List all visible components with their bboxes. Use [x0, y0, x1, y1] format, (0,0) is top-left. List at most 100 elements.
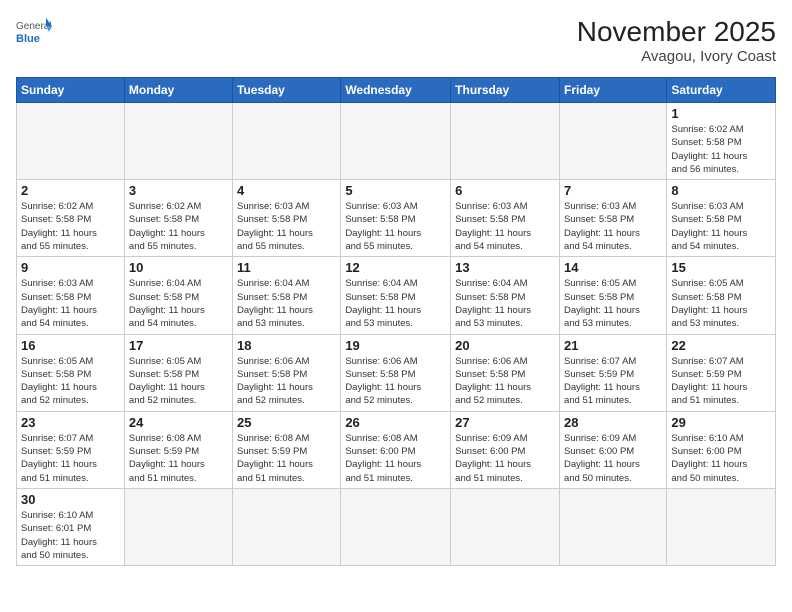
day-number: 28	[564, 415, 662, 430]
calendar-day-cell	[451, 103, 560, 180]
calendar-day-cell: 4 Sunrise: 6:03 AM Sunset: 5:58 PM Daylig…	[233, 180, 341, 257]
calendar-day-cell: 2 Sunrise: 6:02 AM Sunset: 5:58 PM Daylig…	[17, 180, 125, 257]
day-number: 29	[671, 415, 771, 430]
calendar-day-cell	[341, 103, 451, 180]
calendar-day-cell: 15Sunrise: 6:05 AM Sunset: 5:58 PM Dayli…	[667, 257, 776, 334]
calendar-day-cell	[124, 488, 232, 565]
calendar-day-cell: 18 Sunrise: 6:06 AM Sunset: 5:58 PM Dayli…	[233, 334, 341, 411]
calendar-day-cell: 19Sunrise: 6:06 AM Sunset: 5:58 PM Dayli…	[341, 334, 451, 411]
day-number: 17	[129, 338, 228, 353]
calendar-day-cell: 3Sunrise: 6:02 AM Sunset: 5:58 PM Daylig…	[124, 180, 232, 257]
location-title: Avagou, Ivory Coast	[577, 48, 776, 65]
page-header: General Blue November 2025 Avagou, Ivory…	[16, 16, 776, 65]
day-number: 13	[455, 260, 555, 275]
day-info: Sunrise: 6:07 AM Sunset: 5:59 PM Dayligh…	[21, 432, 120, 485]
day-info: Sunrise: 6:04 AM Sunset: 5:58 PM Dayligh…	[237, 277, 336, 330]
calendar-day-cell: 20 Sunrise: 6:06 AM Sunset: 5:58 PM Dayli…	[451, 334, 560, 411]
calendar-day-cell: 27Sunrise: 6:09 AM Sunset: 6:00 PM Dayli…	[451, 411, 560, 488]
day-number: 16	[21, 338, 120, 353]
calendar-day-cell: 28 Sunrise: 6:09 AM Sunset: 6:00 PM Dayli…	[559, 411, 666, 488]
calendar-week-row: 16Sunrise: 6:05 AM Sunset: 5:58 PM Dayli…	[17, 334, 776, 411]
day-info: Sunrise: 6:04 AM Sunset: 5:58 PM Dayligh…	[129, 277, 228, 330]
day-info: Sunrise: 6:07 AM Sunset: 5:59 PM Dayligh…	[564, 355, 662, 408]
calendar-day-cell: 17Sunrise: 6:05 AM Sunset: 5:58 PM Dayli…	[124, 334, 232, 411]
calendar-week-row: 30Sunrise: 6:10 AM Sunset: 6:01 PM Dayli…	[17, 488, 776, 565]
day-number: 10	[129, 260, 228, 275]
day-info: Sunrise: 6:02 AM Sunset: 5:58 PM Dayligh…	[671, 123, 771, 176]
day-info: Sunrise: 6:08 AM Sunset: 5:59 PM Dayligh…	[237, 432, 336, 485]
day-number: 18	[237, 338, 336, 353]
day-number: 6	[455, 183, 555, 198]
calendar-day-cell: 8Sunrise: 6:03 AM Sunset: 5:58 PM Daylig…	[667, 180, 776, 257]
column-header-monday: Monday	[124, 78, 232, 103]
calendar-week-row: 9Sunrise: 6:03 AM Sunset: 5:58 PM Daylig…	[17, 257, 776, 334]
calendar-day-cell	[667, 488, 776, 565]
day-number: 1	[671, 106, 771, 121]
calendar-day-cell: 14 Sunrise: 6:05 AM Sunset: 5:58 PM Dayli…	[559, 257, 666, 334]
column-header-tuesday: Tuesday	[233, 78, 341, 103]
calendar-day-cell: 11 Sunrise: 6:04 AM Sunset: 5:58 PM Dayli…	[233, 257, 341, 334]
column-header-friday: Friday	[559, 78, 666, 103]
calendar-day-cell: 26 Sunrise: 6:08 AM Sunset: 6:00 PM Dayli…	[341, 411, 451, 488]
day-number: 26	[345, 415, 446, 430]
column-header-thursday: Thursday	[451, 78, 560, 103]
day-info: Sunrise: 6:10 AM Sunset: 6:00 PM Dayligh…	[671, 432, 771, 485]
day-number: 14	[564, 260, 662, 275]
calendar-day-cell: 24Sunrise: 6:08 AM Sunset: 5:59 PM Dayli…	[124, 411, 232, 488]
day-info: Sunrise: 6:03 AM Sunset: 5:58 PM Dayligh…	[671, 200, 771, 253]
day-number: 25	[237, 415, 336, 430]
calendar-day-cell: 5Sunrise: 6:03 AM Sunset: 5:58 PM Daylig…	[341, 180, 451, 257]
day-number: 2	[21, 183, 120, 198]
day-number: 22	[671, 338, 771, 353]
calendar-day-cell: 25 Sunrise: 6:08 AM Sunset: 5:59 PM Dayli…	[233, 411, 341, 488]
day-info: Sunrise: 6:04 AM Sunset: 5:58 PM Dayligh…	[345, 277, 446, 330]
calendar-day-cell: 12 Sunrise: 6:04 AM Sunset: 5:58 PM Dayli…	[341, 257, 451, 334]
day-info: Sunrise: 6:08 AM Sunset: 6:00 PM Dayligh…	[345, 432, 446, 485]
day-info: Sunrise: 6:10 AM Sunset: 6:01 PM Dayligh…	[21, 509, 120, 562]
day-info: Sunrise: 6:02 AM Sunset: 5:58 PM Dayligh…	[21, 200, 120, 253]
calendar-day-cell: 10 Sunrise: 6:04 AM Sunset: 5:58 PM Dayli…	[124, 257, 232, 334]
title-block: November 2025 Avagou, Ivory Coast	[577, 16, 776, 65]
calendar-day-cell: 29 Sunrise: 6:10 AM Sunset: 6:00 PM Dayli…	[667, 411, 776, 488]
day-info: Sunrise: 6:04 AM Sunset: 5:58 PM Dayligh…	[455, 277, 555, 330]
svg-text:Blue: Blue	[16, 33, 40, 45]
day-info: Sunrise: 6:03 AM Sunset: 5:58 PM Dayligh…	[564, 200, 662, 253]
calendar-header-row: SundayMondayTuesdayWednesdayThursdayFrid…	[17, 78, 776, 103]
day-info: Sunrise: 6:03 AM Sunset: 5:58 PM Dayligh…	[455, 200, 555, 253]
day-info: Sunrise: 6:06 AM Sunset: 5:58 PM Dayligh…	[237, 355, 336, 408]
column-header-saturday: Saturday	[667, 78, 776, 103]
calendar-day-cell: 6 Sunrise: 6:03 AM Sunset: 5:58 PM Daylig…	[451, 180, 560, 257]
column-header-wednesday: Wednesday	[341, 78, 451, 103]
calendar-week-row: 23Sunrise: 6:07 AM Sunset: 5:59 PM Dayli…	[17, 411, 776, 488]
calendar-week-row: 1 Sunrise: 6:02 AM Sunset: 5:58 PM Daylig…	[17, 103, 776, 180]
day-number: 5	[345, 183, 446, 198]
day-number: 12	[345, 260, 446, 275]
calendar-day-cell	[233, 488, 341, 565]
day-info: Sunrise: 6:02 AM Sunset: 5:58 PM Dayligh…	[129, 200, 228, 253]
calendar-day-cell	[559, 103, 666, 180]
day-number: 7	[564, 183, 662, 198]
calendar-day-cell: 21Sunrise: 6:07 AM Sunset: 5:59 PM Dayli…	[559, 334, 666, 411]
calendar-table: SundayMondayTuesdayWednesdayThursdayFrid…	[16, 77, 776, 566]
day-number: 15	[671, 260, 771, 275]
column-header-sunday: Sunday	[17, 78, 125, 103]
calendar-day-cell: 13 Sunrise: 6:04 AM Sunset: 5:58 PM Dayli…	[451, 257, 560, 334]
day-info: Sunrise: 6:06 AM Sunset: 5:58 PM Dayligh…	[455, 355, 555, 408]
day-number: 20	[455, 338, 555, 353]
calendar-day-cell: 30Sunrise: 6:10 AM Sunset: 6:01 PM Dayli…	[17, 488, 125, 565]
day-info: Sunrise: 6:07 AM Sunset: 5:59 PM Dayligh…	[671, 355, 771, 408]
calendar-day-cell: 16Sunrise: 6:05 AM Sunset: 5:58 PM Dayli…	[17, 334, 125, 411]
day-number: 11	[237, 260, 336, 275]
calendar-day-cell: 9Sunrise: 6:03 AM Sunset: 5:58 PM Daylig…	[17, 257, 125, 334]
day-info: Sunrise: 6:03 AM Sunset: 5:58 PM Dayligh…	[237, 200, 336, 253]
day-number: 24	[129, 415, 228, 430]
day-info: Sunrise: 6:09 AM Sunset: 6:00 PM Dayligh…	[564, 432, 662, 485]
calendar-day-cell: 22 Sunrise: 6:07 AM Sunset: 5:59 PM Dayli…	[667, 334, 776, 411]
day-number: 9	[21, 260, 120, 275]
calendar-day-cell	[559, 488, 666, 565]
day-info: Sunrise: 6:05 AM Sunset: 5:58 PM Dayligh…	[564, 277, 662, 330]
calendar-day-cell: 23Sunrise: 6:07 AM Sunset: 5:59 PM Dayli…	[17, 411, 125, 488]
calendar-day-cell: 7 Sunrise: 6:03 AM Sunset: 5:58 PM Daylig…	[559, 180, 666, 257]
day-number: 4	[237, 183, 336, 198]
calendar-day-cell	[233, 103, 341, 180]
